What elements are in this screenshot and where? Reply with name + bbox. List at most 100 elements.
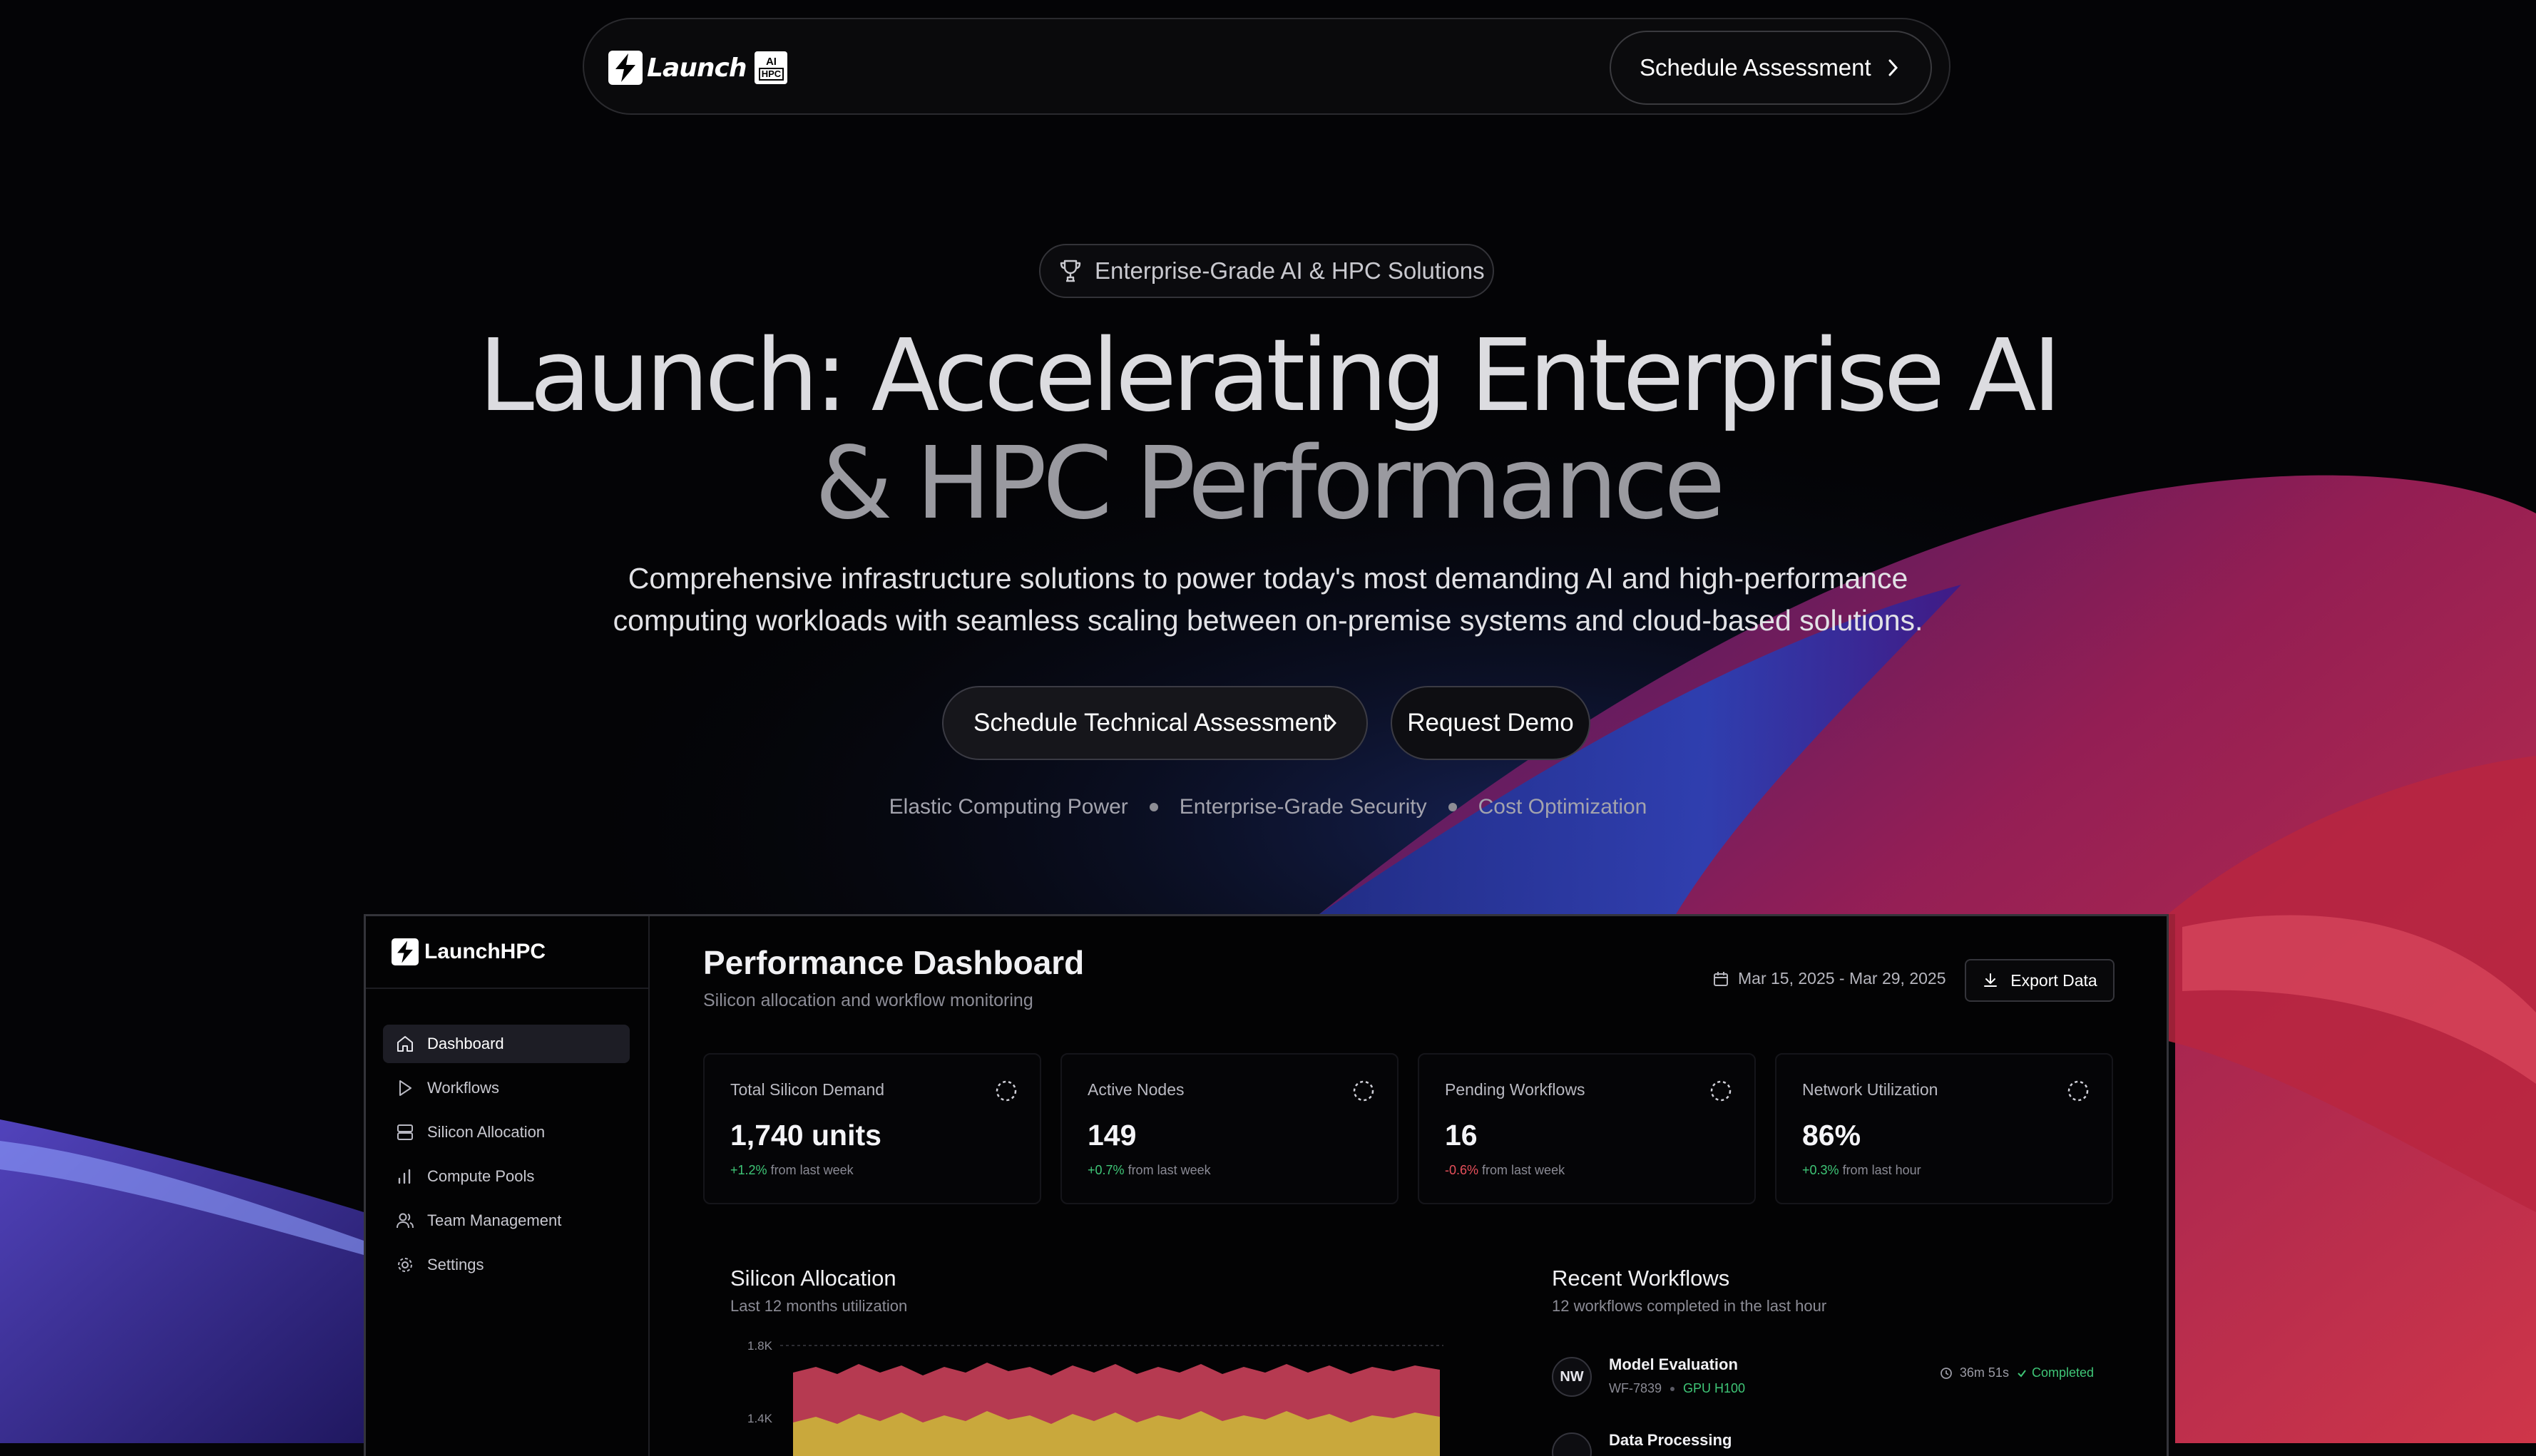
- metric-card-silicon-demand: Total Silicon Demand 1,740 units +1.2% f…: [703, 1053, 1041, 1204]
- metric-value: 1,740 units: [730, 1119, 881, 1152]
- date-range-picker[interactable]: Mar 15, 2025 - Mar 29, 2025: [1712, 969, 1946, 988]
- schedule-assessment-button[interactable]: Schedule Assessment: [1610, 31, 1932, 105]
- brand-badge-top: AI: [765, 55, 777, 68]
- schedule-assessment-label: Schedule Assessment: [1640, 54, 1871, 81]
- avatar: [1552, 1432, 1592, 1456]
- sidebar-item-silicon-allocation[interactable]: Silicon Allocation: [383, 1113, 630, 1152]
- play-icon: [399, 1080, 411, 1096]
- loading-spinner-icon: [996, 1080, 1017, 1102]
- hero-badge: Enterprise-Grade AI & HPC Solutions: [1039, 244, 1494, 298]
- workflow-status-area: 36m 51s Completed: [1940, 1365, 2094, 1380]
- metric-value: 86%: [1802, 1119, 1861, 1152]
- gear-icon: [398, 1258, 412, 1272]
- server-icon: [397, 1124, 413, 1140]
- allocation-chart-subtitle: Last 12 months utilization: [730, 1297, 908, 1315]
- sidebar-item-dashboard[interactable]: Dashboard: [383, 1025, 630, 1063]
- dashboard-subtitle: Silicon allocation and workflow monitori…: [703, 990, 1033, 1010]
- workflow-duration: 36m 51s: [1959, 1365, 2009, 1380]
- export-data-label: Export Data: [2010, 970, 2097, 990]
- download-icon: [1984, 973, 1998, 987]
- top-navbar: Launch AI HPC Schedule Assessment: [583, 18, 1950, 115]
- metric-label: Network Utilization: [1802, 1080, 1938, 1099]
- y-tick-label: 1.8K: [747, 1339, 773, 1353]
- sidebar-header: LaunchHPC: [366, 916, 648, 989]
- workflow-row[interactable]: NW Model Evaluation WF-7839 GPU H100 36m…: [1552, 1353, 2094, 1410]
- hero-subtitle-line1: Comprehensive infrastructure solutions t…: [628, 562, 1908, 595]
- status-badge: Completed: [2016, 1365, 2094, 1380]
- metric-change: +0.3% from last hour: [1802, 1163, 1921, 1178]
- metric-change: +1.2% from last week: [730, 1163, 854, 1178]
- trophy-icon: [1060, 260, 1081, 282]
- hero-subtitle: Comprehensive infrastructure solutions t…: [0, 558, 2536, 642]
- avatar: NW: [1552, 1357, 1592, 1397]
- dashboard-title: Performance Dashboard: [703, 944, 1085, 981]
- sidebar-item-label: Settings: [427, 1256, 484, 1273]
- metric-change-period: from last week: [1128, 1163, 1211, 1177]
- metric-change-value: +0.7%: [1088, 1163, 1125, 1177]
- sidebar-item-settings[interactable]: Settings: [383, 1246, 630, 1284]
- bolt-logo-icon: [608, 51, 643, 85]
- sidebar-item-compute-pools[interactable]: Compute Pools: [383, 1157, 630, 1196]
- workflow-name: Model Evaluation: [1609, 1355, 1738, 1373]
- metric-card-active-nodes: Active Nodes 149 +0.7% from last week: [1060, 1053, 1399, 1204]
- recent-workflows-title: Recent Workflows: [1552, 1266, 1730, 1291]
- clock-icon: [1941, 1367, 1952, 1379]
- sidebar-item-workflows[interactable]: Workflows: [383, 1069, 630, 1107]
- brand-logo[interactable]: Launch AI HPC: [608, 51, 788, 85]
- bolt-logo-icon: [392, 938, 419, 965]
- sidebar-item-label: Team Management: [427, 1211, 562, 1229]
- sidebar-item-team-management[interactable]: Team Management: [383, 1201, 630, 1240]
- metric-card-network-utilization: Network Utilization 86% +0.3% from last …: [1775, 1053, 2113, 1204]
- loading-spinner-icon: [1710, 1080, 1732, 1102]
- metric-label: Pending Workflows: [1445, 1080, 1585, 1099]
- metric-change-value: -0.6%: [1445, 1163, 1479, 1177]
- sidebar-nav: Dashboard Workflows Silicon Allocation C…: [383, 1025, 630, 1290]
- workflow-row[interactable]: Data Processing: [1552, 1428, 2087, 1456]
- brand-badge-bottom: HPC: [758, 67, 784, 81]
- feature-item: Cost Optimization: [1478, 795, 1647, 819]
- sidebar-item-label: Dashboard: [427, 1035, 504, 1052]
- hero-title-line1: Launch: Accelerating Enterprise AI: [478, 318, 2062, 434]
- loading-spinner-icon: [2067, 1080, 2089, 1102]
- chevron-right-icon: [1327, 714, 1337, 732]
- y-tick-label: 1.4K: [747, 1412, 773, 1425]
- metric-card-pending-workflows: Pending Workflows 16 -0.6% from last wee…: [1418, 1053, 1756, 1204]
- metric-change-value: +0.3%: [1802, 1163, 1839, 1177]
- brand-badge: AI HPC: [755, 51, 788, 84]
- schedule-technical-assessment-label: Schedule Technical Assessment: [973, 709, 1330, 737]
- metric-label: Active Nodes: [1088, 1080, 1185, 1099]
- workflow-id: WF-7839: [1609, 1381, 1662, 1395]
- chevron-right-icon: [1888, 59, 1898, 76]
- workflow-meta: WF-7839 GPU H100: [1609, 1381, 1745, 1396]
- metric-change-value: +1.2%: [730, 1163, 767, 1177]
- metric-change-period: from last week: [770, 1163, 854, 1177]
- feature-list: Elastic Computing Power Enterprise-Grade…: [0, 795, 2536, 819]
- schedule-technical-assessment-button[interactable]: Schedule Technical Assessment: [942, 686, 1368, 760]
- allocation-chart-title: Silicon Allocation: [730, 1266, 896, 1291]
- sidebar-item-label: Workflows: [427, 1079, 500, 1097]
- separator-dot: [1448, 803, 1457, 811]
- metric-change-period: from last hour: [1842, 1163, 1921, 1177]
- recent-workflows-subtitle: 12 workflows completed in the last hour: [1552, 1297, 1827, 1315]
- feature-item: Elastic Computing Power: [889, 795, 1128, 819]
- sidebar-title: LaunchHPC: [424, 940, 546, 963]
- export-data-button[interactable]: Export Data: [1965, 959, 2115, 1002]
- home-icon: [397, 1036, 413, 1052]
- sidebar-item-label: Compute Pools: [427, 1167, 535, 1185]
- date-range-label: Mar 15, 2025 - Mar 29, 2025: [1738, 969, 1946, 988]
- metric-change: +0.7% from last week: [1088, 1163, 1211, 1178]
- metric-value: 16: [1445, 1119, 1478, 1152]
- allocation-area-chart: 1.8K 1.4K: [747, 1339, 1443, 1456]
- dashboard-preview: LaunchHPC Dashboard Workflows Silicon Al…: [364, 914, 2169, 1456]
- users-icon: [397, 1213, 414, 1229]
- workflow-status: Completed: [2031, 1365, 2094, 1380]
- request-demo-button[interactable]: Request Demo: [1391, 686, 1590, 760]
- metric-change: -0.6% from last week: [1445, 1163, 1565, 1178]
- feature-item: Enterprise-Grade Security: [1179, 795, 1427, 819]
- check-icon: [2018, 1369, 2026, 1378]
- brand-name: Launch: [647, 53, 747, 83]
- hero-badge-label: Enterprise-Grade AI & HPC Solutions: [1095, 257, 1485, 284]
- hero-subtitle-line2: computing workloads with seamless scalin…: [613, 604, 1923, 637]
- workflow-name: Data Processing: [1609, 1431, 1732, 1449]
- hero-title-line2: & HPC Performance: [814, 426, 1726, 542]
